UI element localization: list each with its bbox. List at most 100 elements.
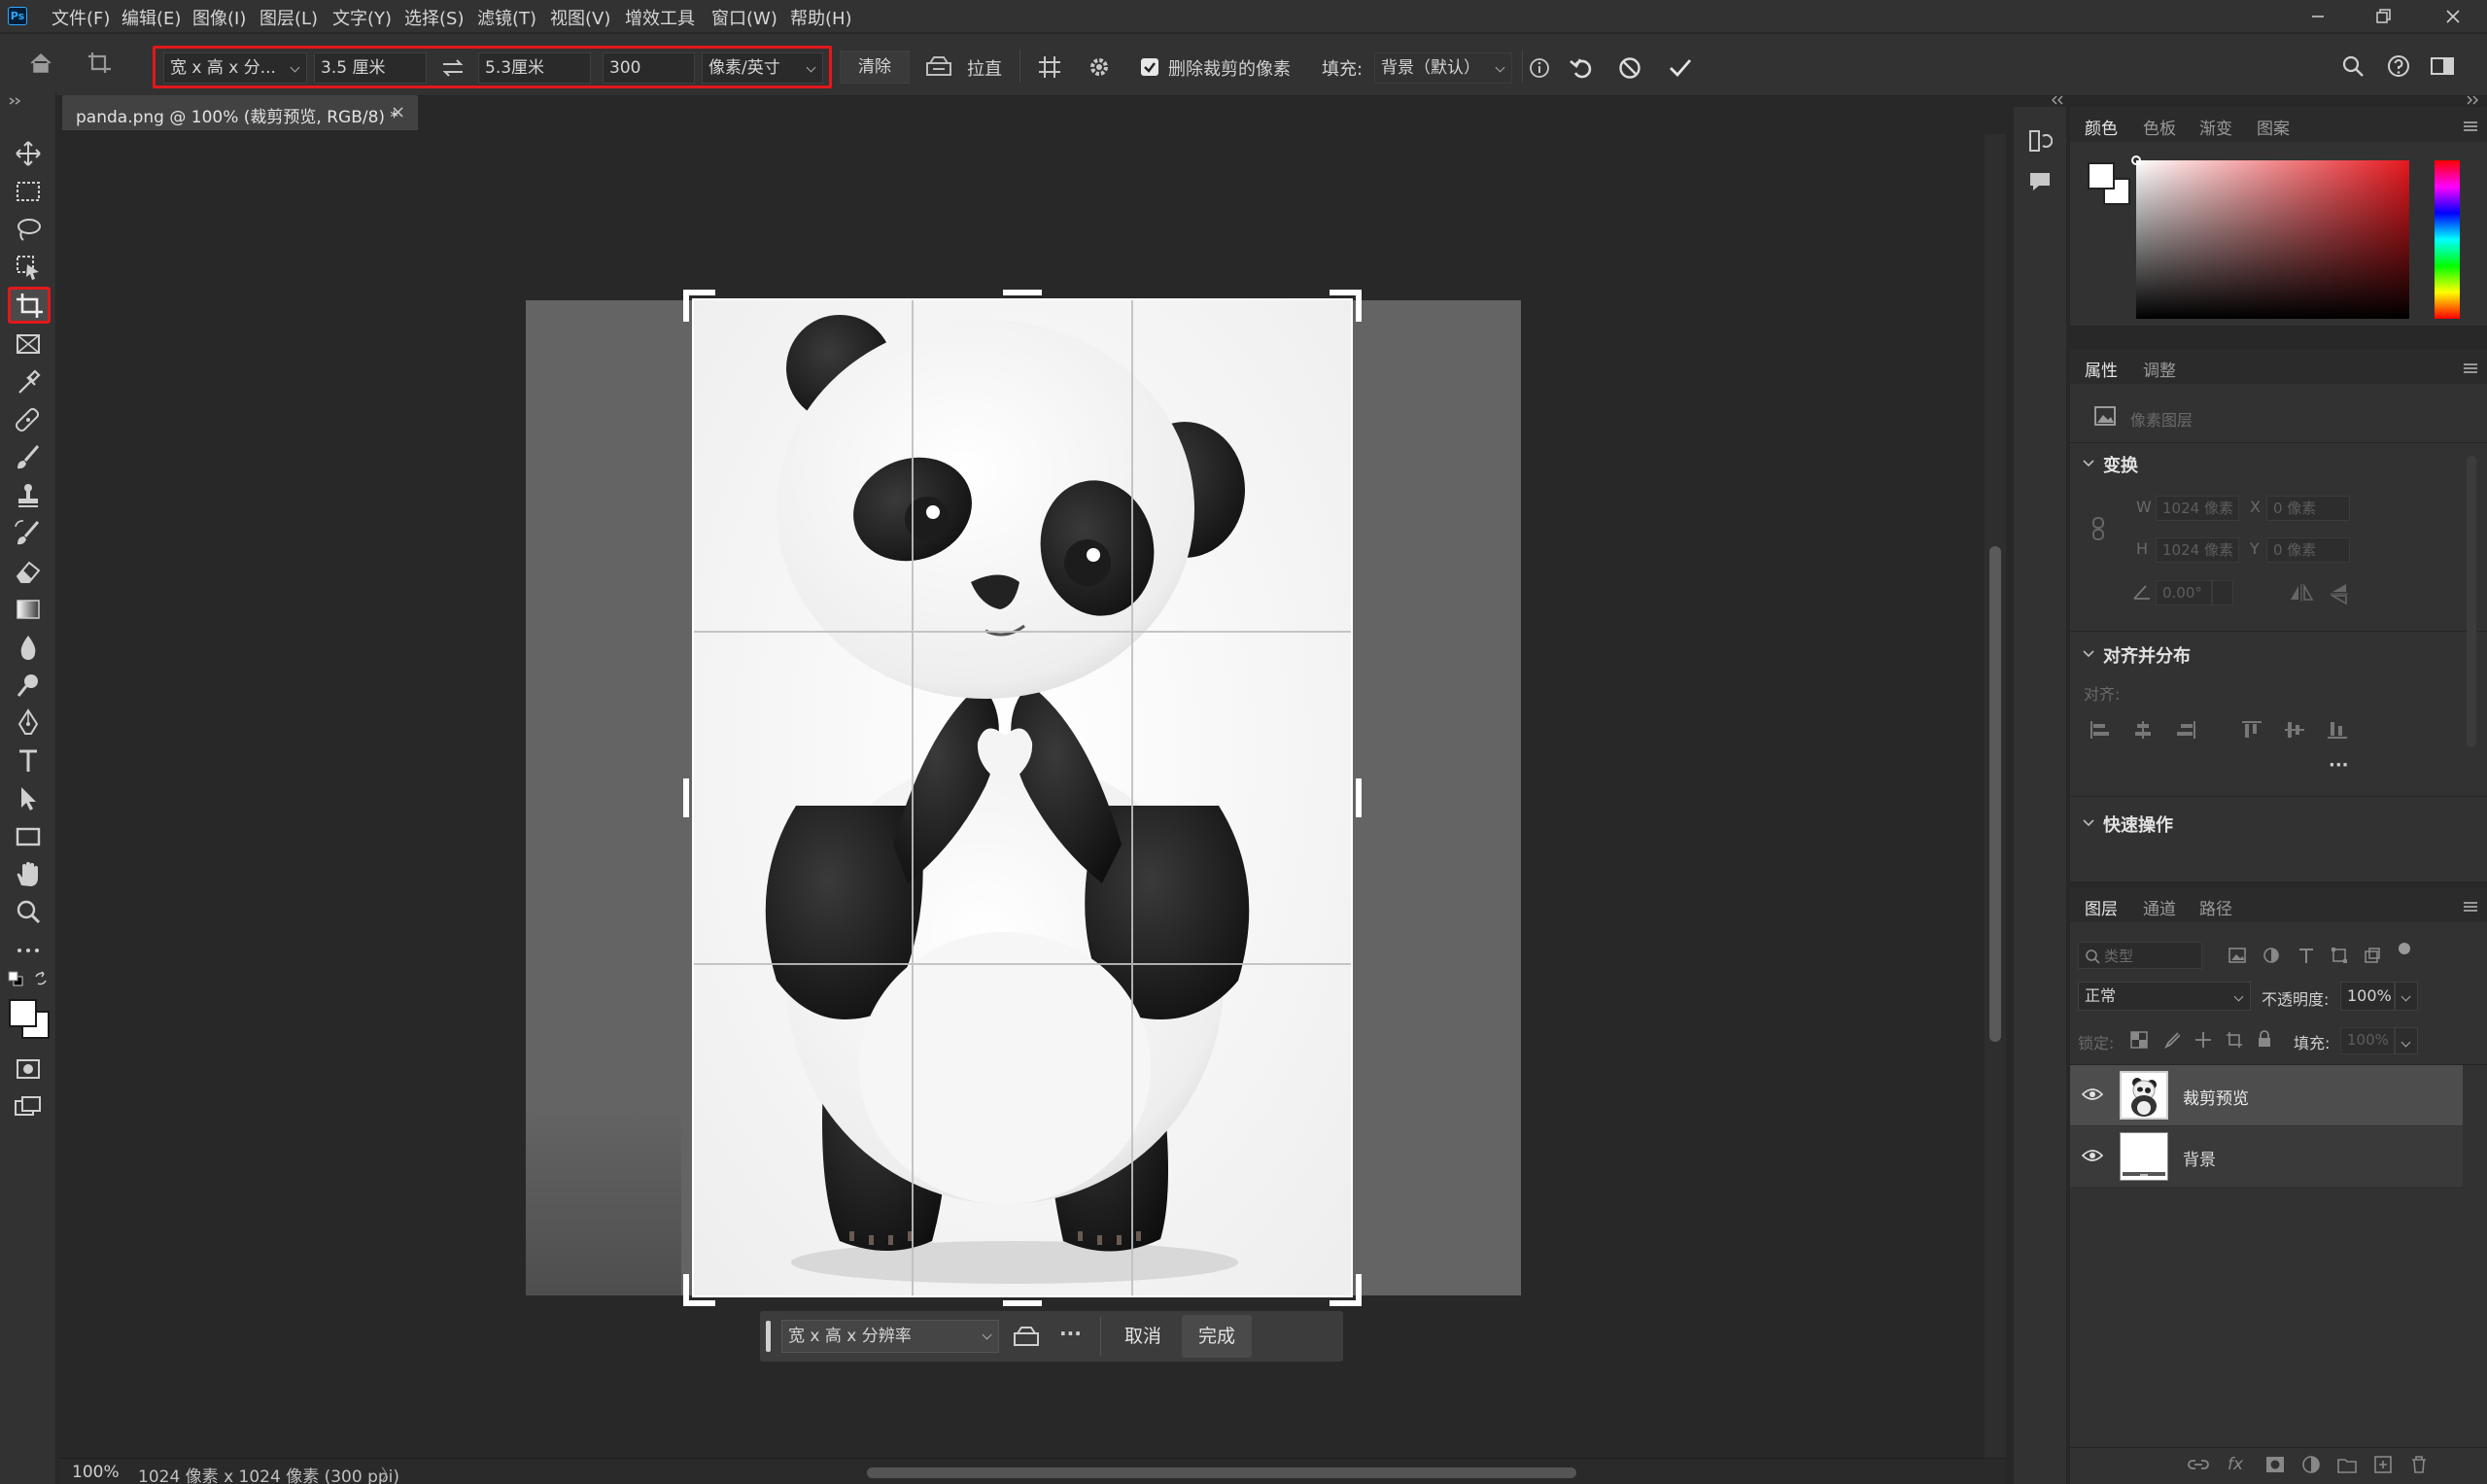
clear-button[interactable]: 清除 — [840, 51, 910, 84]
layer-row-crop-preview[interactable]: 裁剪预览 — [2070, 1065, 2463, 1125]
fx-icon[interactable]: fx — [2228, 1455, 2243, 1474]
cancel-crop-icon[interactable] — [1617, 55, 1642, 81]
transform-section-title[interactable]: 变换 — [2103, 452, 2138, 477]
menu-select[interactable]: 选择(S) — [404, 5, 464, 30]
zoom-level[interactable]: 100% — [72, 1463, 120, 1482]
menu-type[interactable]: 文字(Y) — [332, 5, 392, 30]
swap-colors-icon[interactable] — [33, 971, 49, 986]
scroll-thumb[interactable] — [1989, 546, 2001, 1042]
gradient-tool-icon[interactable] — [12, 593, 45, 626]
align-bottom-icon[interactable] — [2327, 720, 2348, 740]
panel-menu-icon[interactable] — [2463, 901, 2478, 913]
new-group-icon[interactable] — [2336, 1455, 2358, 1474]
filter-shape-icon[interactable] — [2331, 947, 2348, 964]
tab-paths[interactable]: 路径 — [2199, 895, 2232, 919]
layer-name[interactable]: 背景 — [2183, 1146, 2216, 1170]
tab-layers[interactable]: 图层 — [2085, 895, 2118, 919]
task-bar-preset-dropdown[interactable]: 宽 x 高 x 分辨率 — [781, 1320, 999, 1353]
done-button[interactable]: 完成 — [1182, 1315, 1252, 1358]
status-menu-arrow[interactable]: 〉 — [381, 1462, 397, 1484]
vertical-scrollbar[interactable] — [1985, 134, 2006, 1458]
resolution-input[interactable]: 300 — [603, 52, 695, 84]
crop-preset-dropdown[interactable]: 宽 x 高 x 分... — [163, 52, 307, 84]
tab-properties[interactable]: 属性 — [2085, 357, 2118, 381]
layer-name[interactable]: 裁剪预览 — [2183, 1085, 2249, 1109]
crop-handles[interactable] — [682, 289, 1363, 1307]
comments-panel-icon[interactable] — [2027, 169, 2053, 194]
crop-tool-icon[interactable] — [8, 287, 51, 324]
lasso-tool-icon[interactable] — [12, 213, 45, 246]
hand-tool-icon[interactable] — [12, 858, 45, 891]
grid-overlay-icon[interactable] — [1036, 53, 1063, 81]
fill-dropdown[interactable] — [2395, 1027, 2418, 1054]
filter-type-icon[interactable] — [2297, 947, 2315, 964]
menu-window[interactable]: 窗口(W) — [711, 5, 777, 30]
reset-icon[interactable] — [1569, 54, 1596, 82]
lock-pixels-icon[interactable] — [2162, 1031, 2180, 1049]
flip-horizontal-icon[interactable] — [2289, 584, 2314, 602]
stamp-tool-icon[interactable] — [12, 479, 45, 512]
layer-filter-search[interactable]: 类型 — [2078, 942, 2202, 969]
align-section-title[interactable]: 对齐并分布 — [2103, 642, 2191, 668]
document-tab[interactable]: panda.png @ 100% (裁剪预览, RGB/8) * × — [62, 95, 418, 130]
quick-actions-title[interactable]: 快速操作 — [2103, 811, 2173, 837]
filter-toggle-icon[interactable] — [2399, 943, 2410, 954]
horizontal-scroll-thumb[interactable] — [867, 1467, 1576, 1478]
gear-icon[interactable] — [1086, 53, 1113, 81]
add-mask-icon[interactable] — [2264, 1455, 2286, 1474]
collapse-mid-icon[interactable] — [2051, 95, 2064, 105]
fill-input[interactable]: 100% — [2340, 1027, 2395, 1054]
close-tab-icon[interactable]: × — [391, 102, 405, 122]
crop-width-input[interactable]: 3.5 厘米 — [314, 52, 427, 84]
lock-artboard-icon[interactable] — [2226, 1031, 2243, 1049]
pen-tool-icon[interactable] — [12, 707, 45, 740]
eye-icon[interactable] — [2082, 1087, 2103, 1102]
dodge-tool-icon[interactable] — [12, 669, 45, 702]
align-left-icon[interactable] — [2090, 720, 2111, 740]
menu-image[interactable]: 图像(I) — [192, 5, 246, 30]
quick-mask-icon[interactable] — [12, 1053, 45, 1086]
more-options-icon[interactable]: ··· — [1059, 1322, 1082, 1345]
menu-view[interactable]: 视图(V) — [550, 5, 610, 30]
canvas-area[interactable]: 宽 x 高 x 分辨率 ··· 取消 完成 — [60, 134, 1985, 1458]
workspace-icon[interactable] — [2430, 55, 2455, 77]
help-icon[interactable] — [2386, 53, 2411, 79]
delete-cropped-label[interactable]: 删除裁剪的像素 — [1168, 55, 1291, 81]
filter-adjustment-icon[interactable] — [2262, 947, 2280, 964]
menu-help[interactable]: 帮助(H) — [790, 5, 852, 30]
move-tool-icon[interactable] — [12, 137, 45, 170]
chevron-down-icon[interactable] — [2082, 817, 2095, 829]
tab-gradients[interactable]: 渐变 — [2199, 115, 2232, 139]
close-window-icon[interactable] — [2434, 2, 2472, 31]
history-panel-icon[interactable] — [2027, 128, 2053, 154]
home-icon[interactable] — [27, 50, 54, 77]
lock-all-icon[interactable] — [2257, 1030, 2272, 1048]
tab-channels[interactable]: 通道 — [2143, 895, 2176, 919]
minimize-icon[interactable] — [2298, 2, 2337, 31]
color-swatches[interactable] — [9, 999, 52, 1040]
adjustment-layer-icon[interactable] — [2301, 1455, 2321, 1474]
opacity-dropdown[interactable] — [2395, 982, 2418, 1011]
fg-bg-swatch[interactable] — [2087, 161, 2133, 208]
brush-tool-icon[interactable] — [12, 441, 45, 474]
flip-vertical-icon[interactable] — [2331, 582, 2348, 605]
filter-smart-object-icon[interactable] — [2364, 947, 2381, 964]
screen-mode-icon[interactable] — [12, 1090, 45, 1123]
swap-dimensions-icon[interactable] — [439, 55, 466, 81]
align-center-h-icon[interactable] — [2132, 720, 2154, 740]
color-picker-marker[interactable] — [2131, 155, 2141, 165]
new-layer-icon[interactable] — [2373, 1455, 2393, 1474]
frame-tool-icon[interactable] — [12, 328, 45, 361]
default-colors-icon[interactable] — [8, 971, 23, 986]
menu-filter[interactable]: 滤镜(T) — [477, 5, 536, 30]
eye-icon[interactable] — [2082, 1148, 2103, 1163]
menu-layer[interactable]: 图层(L) — [259, 5, 318, 30]
expand-right-icon[interactable] — [2466, 95, 2479, 105]
eyedropper-tool-icon[interactable] — [12, 365, 45, 398]
straighten-icon[interactable] — [924, 53, 953, 81]
chevron-down-icon[interactable] — [2082, 648, 2095, 660]
info-icon[interactable] — [1528, 56, 1551, 80]
more-tools-icon[interactable] — [12, 934, 45, 967]
height-field[interactable]: 1024 像素 — [2156, 537, 2239, 563]
align-right-icon[interactable] — [2175, 720, 2196, 740]
